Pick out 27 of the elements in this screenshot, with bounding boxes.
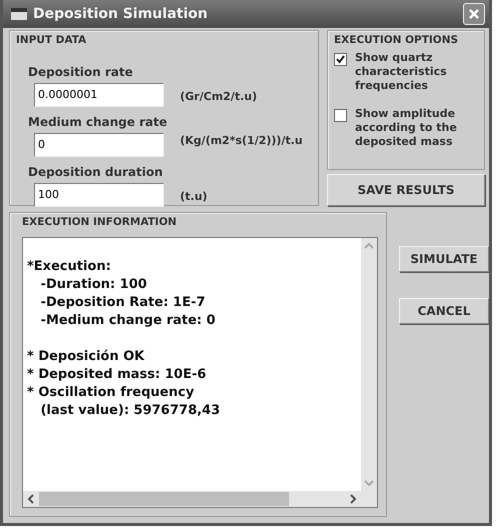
unit-label: (Kg/(m2*s(1/2)))/t.u [180,132,303,148]
field-label: Deposition rate [28,64,134,81]
vertical-scrollbar[interactable] [361,238,377,507]
checkbox[interactable] [334,108,347,122]
group-title: EXECUTION OPTIONS [334,33,460,48]
save-button[interactable]: SAVE RESULTS [327,174,485,206]
window-title: Deposition Simulation [33,4,208,24]
input-field[interactable]: 100 [34,182,164,207]
input-field[interactable]: 0 [34,132,164,157]
dialog-button[interactable]: SIMULATE [399,246,489,272]
close-icon [468,8,480,20]
window-icon [11,8,27,20]
checkbox[interactable] [334,52,347,66]
group-title: EXECUTION INFORMATION [22,215,178,230]
unit-label: (Gr/Cm2/t.u) [180,88,257,104]
group-title: INPUT DATA [16,33,88,48]
field-label: Deposition duration [28,164,164,181]
scrollbar-thumb[interactable] [39,492,289,506]
field-label: Medium change rate [28,114,168,131]
log-text: *Execution: -Duration: 100 -Deposition Rate: 1E-7 -Medium change rate: 0 * Deposición OK * Deposited mass: 10E-6 * Oscillation frequency (last value): 5976778,43 [26,258,222,420]
input-field[interactable]: 0.0000001 [34,82,164,107]
unit-label: (t.u) [180,188,208,204]
close-button[interactable] [463,3,485,25]
option-label: Show amplitude according to the deposited mass [355,106,458,149]
horizontal-scrollbar[interactable] [23,491,361,507]
dialog-button[interactable]: CANCEL [399,298,489,324]
option-label: Show quartz characteristics frequencies [355,50,448,93]
